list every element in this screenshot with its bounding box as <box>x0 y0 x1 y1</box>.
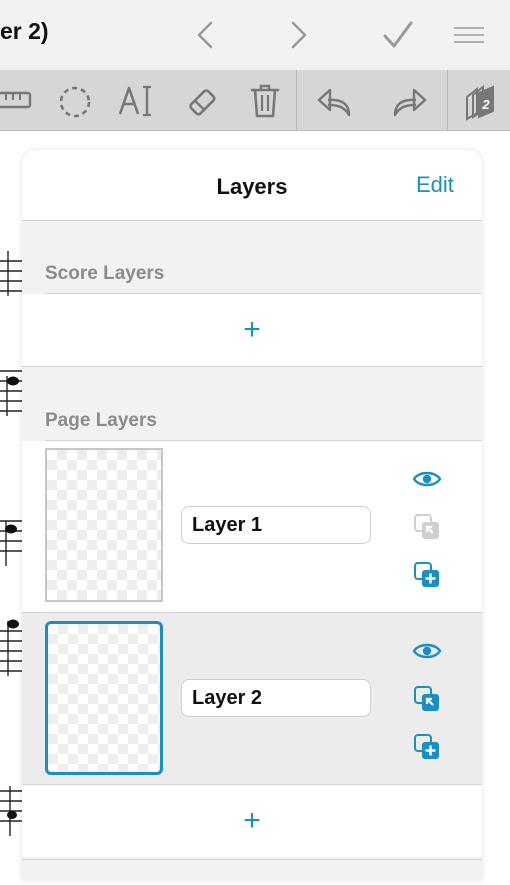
add-score-layer-button[interactable]: + <box>22 294 482 366</box>
move-to-layer-icon <box>411 511 443 543</box>
section-divider <box>22 859 482 860</box>
duplicate-layer-icon[interactable] <box>411 559 443 591</box>
eraser-icon[interactable] <box>182 82 222 122</box>
page-layers-label: Page Layers <box>45 410 157 431</box>
hamburger-menu-icon[interactable] <box>450 20 488 50</box>
score-page-edge <box>0 131 24 880</box>
ruler-icon[interactable] <box>0 80 34 122</box>
top-nav-bar: er 2) <box>0 0 510 71</box>
add-page-layer-button[interactable]: + <box>22 785 482 857</box>
score-layers-label: Score Layers <box>45 263 165 284</box>
popover-title: Layers <box>216 174 288 199</box>
plus-icon: + <box>243 804 261 837</box>
edit-button[interactable]: Edit <box>416 172 454 198</box>
text-tool-icon[interactable] <box>116 80 156 122</box>
eye-icon[interactable] <box>411 635 443 667</box>
layer-name-field[interactable] <box>181 506 371 544</box>
trash-icon[interactable] <box>245 80 285 122</box>
layers-icon[interactable]: 2 <box>458 80 502 124</box>
duplicate-layer-icon[interactable] <box>411 731 443 763</box>
redo-icon[interactable] <box>389 82 431 122</box>
layer-name-field[interactable] <box>181 679 371 717</box>
toolbar-divider <box>447 70 448 130</box>
layers-count-badge: 2 <box>481 97 490 112</box>
checkmark-icon[interactable] <box>378 16 418 54</box>
lasso-select-icon[interactable] <box>55 82 95 122</box>
eye-icon[interactable] <box>411 463 443 495</box>
toolbar-divider <box>296 70 297 130</box>
popover-header: Layers Edit <box>22 150 482 221</box>
plus-icon: + <box>243 313 261 346</box>
chevron-left-icon[interactable] <box>190 18 220 52</box>
document-title: er 2) <box>0 18 49 44</box>
section-divider <box>22 366 482 367</box>
layer-row-selected[interactable] <box>22 613 482 785</box>
layer-row[interactable] <box>22 441 482 613</box>
undo-icon[interactable] <box>313 82 355 122</box>
layers-popover: Layers Edit Score Layers + Page Layers L… <box>22 150 482 880</box>
layer-thumbnail[interactable] <box>45 448 163 602</box>
chevron-right-icon[interactable] <box>284 18 314 52</box>
move-to-layer-icon[interactable] <box>411 683 443 715</box>
layer-thumbnail[interactable] <box>45 621 163 775</box>
